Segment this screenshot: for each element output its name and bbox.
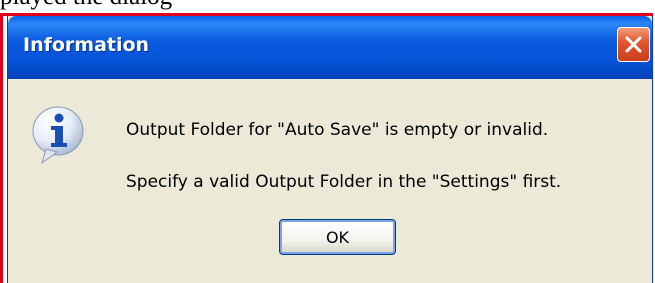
close-icon bbox=[625, 36, 642, 53]
information-icon bbox=[32, 106, 84, 165]
title-bar[interactable]: Information bbox=[8, 16, 652, 79]
ok-button[interactable]: OK bbox=[279, 219, 396, 255]
ok-button-label: OK bbox=[325, 227, 350, 247]
message-line-2: Specify a valid Output Folder in the "Se… bbox=[126, 172, 562, 192]
caption-fragment: played the dialog bbox=[0, 0, 172, 9]
dialog-body: Output Folder for "Auto Save" is empty o… bbox=[8, 79, 652, 283]
close-button[interactable] bbox=[617, 27, 650, 62]
message-line-1: Output Folder for "Auto Save" is empty o… bbox=[126, 120, 549, 140]
dialog-title: Information bbox=[23, 34, 150, 56]
information-dialog: Information Output Folder for "Auto Save… bbox=[7, 16, 653, 283]
